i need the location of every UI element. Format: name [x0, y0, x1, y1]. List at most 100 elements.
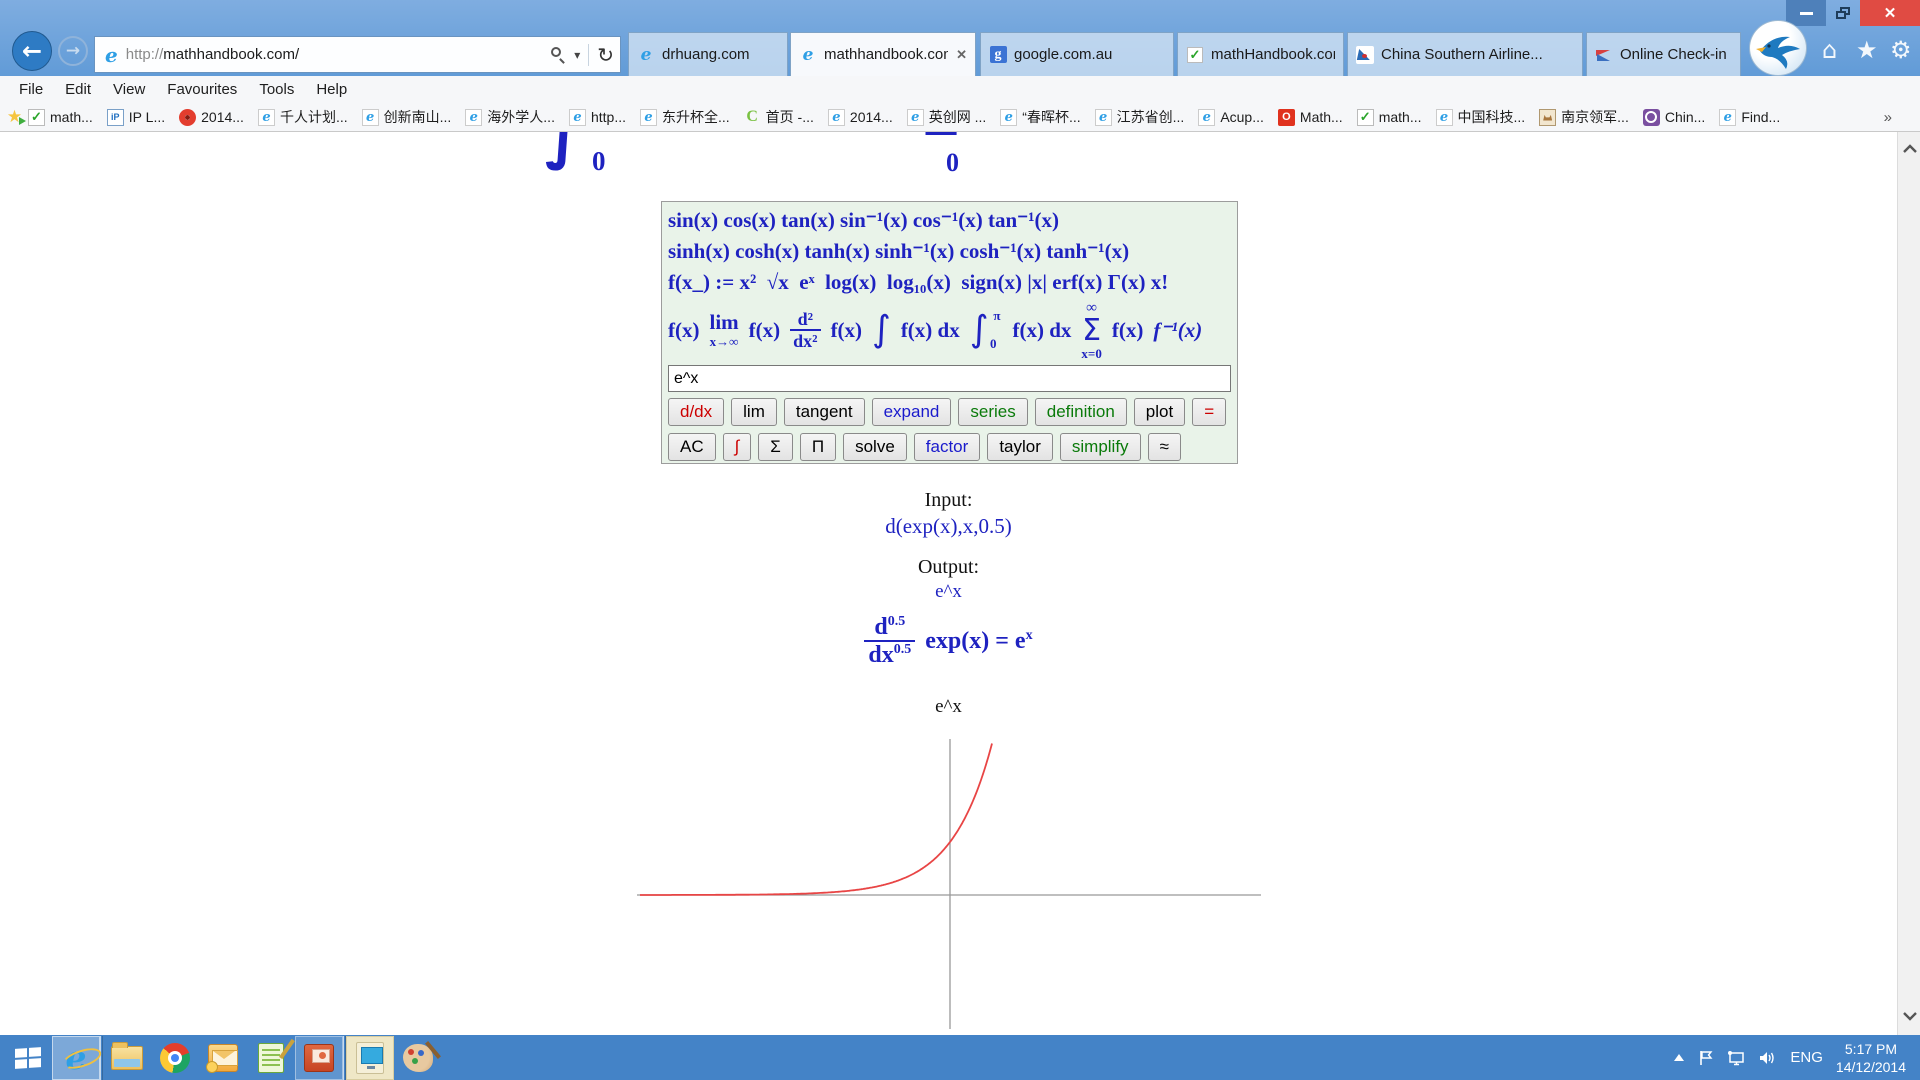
taskbar-paint[interactable] [394, 1036, 442, 1080]
taskbar-clock[interactable]: 5:17 PM 14/12/2014 [1836, 1040, 1906, 1076]
tab-google[interactable]: google.com.au [980, 32, 1174, 76]
menu-favourites[interactable]: Favourites [156, 78, 248, 101]
action-center-flag-icon[interactable] [1698, 1050, 1714, 1066]
favorite-label: 英创网 ... [929, 107, 987, 127]
favorite-item[interactable]: eFind... [1714, 108, 1785, 127]
favorite-item[interactable]: math... [23, 108, 98, 127]
vertical-scrollbar[interactable] [1897, 132, 1920, 1035]
gear-icon[interactable] [1890, 36, 1912, 64]
forward-button[interactable] [58, 36, 88, 66]
chevron-down-icon[interactable] [574, 46, 580, 64]
url-domain: mathhandbook.com/ [163, 46, 299, 63]
internet-explorer-icon: e [66, 1038, 87, 1077]
favorite-item[interactable]: 2014... [174, 108, 249, 127]
favorite-item[interactable]: e2014... [823, 108, 898, 127]
volume-icon[interactable] [1759, 1050, 1777, 1066]
bird-logo[interactable] [1749, 20, 1807, 76]
tab-drhuang[interactable]: e drhuang.com [628, 32, 788, 76]
tray-expand-icon[interactable] [1673, 1053, 1685, 1062]
favorite-item[interactable]: 南京领军... [1534, 106, 1634, 128]
favorites-overflow-icon[interactable] [1884, 109, 1892, 126]
taskbar-remote-desktop[interactable] [346, 1036, 394, 1080]
tab-online-checkin[interactable]: Online Check-in [1586, 32, 1741, 76]
favorite-item[interactable]: math... [1352, 108, 1427, 127]
scroll-up-icon[interactable] [1898, 138, 1920, 160]
favorite-label: Acup... [1220, 109, 1264, 125]
favorite-label: Find... [1741, 109, 1780, 125]
ie-favicon: e [1000, 109, 1017, 126]
taskbar-file-explorer[interactable] [103, 1036, 151, 1080]
url-text[interactable]: http://mathhandbook.com/ [126, 46, 551, 63]
taskbar-powerpoint[interactable] [295, 1036, 343, 1080]
favorite-label: http... [591, 109, 626, 125]
taskbar-notepad[interactable] [247, 1036, 295, 1080]
tab-mathhandbook[interactable]: e mathhandbook.com [790, 32, 976, 76]
favorite-item[interactable]: e中国科技... [1431, 106, 1531, 128]
check-favicon [28, 109, 45, 126]
purple-favicon [1643, 109, 1660, 126]
divider [588, 44, 589, 66]
start-button[interactable] [4, 1036, 52, 1080]
favorite-item[interactable]: Math... [1273, 108, 1348, 127]
refresh-icon[interactable] [597, 43, 614, 67]
favorite-item[interactable]: ehttp... [564, 108, 631, 127]
windows-logo-icon [15, 1047, 41, 1069]
favorite-item[interactable]: IP L... [102, 108, 170, 127]
ie-favicon: e [828, 109, 845, 126]
favorite-item[interactable]: e东升杯全... [635, 106, 735, 128]
network-icon[interactable] [1727, 1050, 1746, 1066]
home-icon[interactable] [1822, 36, 1837, 64]
taskbar-outlook[interactable] [199, 1036, 247, 1080]
restore-button[interactable] [1826, 0, 1860, 26]
tab-label: China Southern Airline... [1381, 46, 1543, 63]
ie-favicon: e [637, 46, 655, 64]
favorite-label: “春晖杯... [1022, 107, 1080, 127]
tab-close-icon[interactable] [956, 47, 967, 63]
china-southern-favicon [1356, 46, 1374, 64]
minimize-button[interactable] [1786, 0, 1826, 26]
favorite-item[interactable]: 首页 -... [739, 106, 819, 128]
favorite-item[interactable]: e千人计划... [253, 106, 353, 128]
menu-bar: File Edit View Favourites Tools Help [0, 76, 1920, 103]
language-indicator[interactable]: ENG [1790, 1049, 1823, 1066]
url-prefix: http:// [126, 46, 164, 63]
favorite-item[interactable]: e “春晖杯... [995, 106, 1085, 128]
google-favicon [990, 46, 1007, 63]
menu-help[interactable]: Help [305, 78, 358, 101]
close-button[interactable] [1860, 0, 1920, 26]
menu-edit[interactable]: Edit [54, 78, 102, 101]
menu-tools[interactable]: Tools [248, 78, 305, 101]
folder-icon [111, 1046, 143, 1070]
favorite-item[interactable]: eAcup... [1193, 108, 1269, 127]
ie-favicon: e [465, 109, 482, 126]
favorites-star-icon[interactable] [1856, 36, 1878, 64]
tab-mathhandbook-2[interactable]: mathHandbook.com -... [1177, 32, 1344, 76]
favorite-item[interactable]: e创新南山... [357, 106, 457, 128]
favorite-label: 首页 -... [766, 107, 814, 127]
ie-favicon: e [362, 109, 379, 126]
mathhandbook-favicon [1187, 47, 1203, 63]
favorite-label: 千人计划... [280, 107, 348, 127]
back-button[interactable] [12, 31, 52, 71]
scroll-down-icon[interactable] [1898, 1005, 1920, 1027]
outlook-icon [208, 1044, 238, 1072]
notepad-icon [258, 1043, 284, 1073]
menu-view[interactable]: View [102, 78, 156, 101]
exp-curve [640, 744, 992, 896]
favorite-item[interactable]: e海外学人... [460, 106, 560, 128]
favorite-item[interactable]: e英创网 ... [902, 106, 992, 128]
taskbar-ie[interactable]: e [52, 1036, 100, 1080]
favorite-item[interactable]: Chin... [1638, 108, 1710, 127]
favorite-item[interactable]: e江苏省创... [1090, 106, 1190, 128]
menu-file[interactable]: File [8, 78, 54, 101]
address-bar[interactable]: e http://mathhandbook.com/ [94, 36, 621, 73]
ie-favicon: e [1436, 109, 1453, 126]
add-favorite-icon[interactable] [6, 109, 23, 126]
favorite-label: math... [50, 109, 93, 125]
oracle-favicon [1278, 109, 1295, 126]
minimize-icon [1800, 12, 1813, 15]
taskbar-chrome[interactable] [151, 1036, 199, 1080]
ie-favicon: e [640, 109, 657, 126]
search-icon[interactable] [551, 47, 566, 62]
tab-china-southern[interactable]: China Southern Airline... [1347, 32, 1583, 76]
